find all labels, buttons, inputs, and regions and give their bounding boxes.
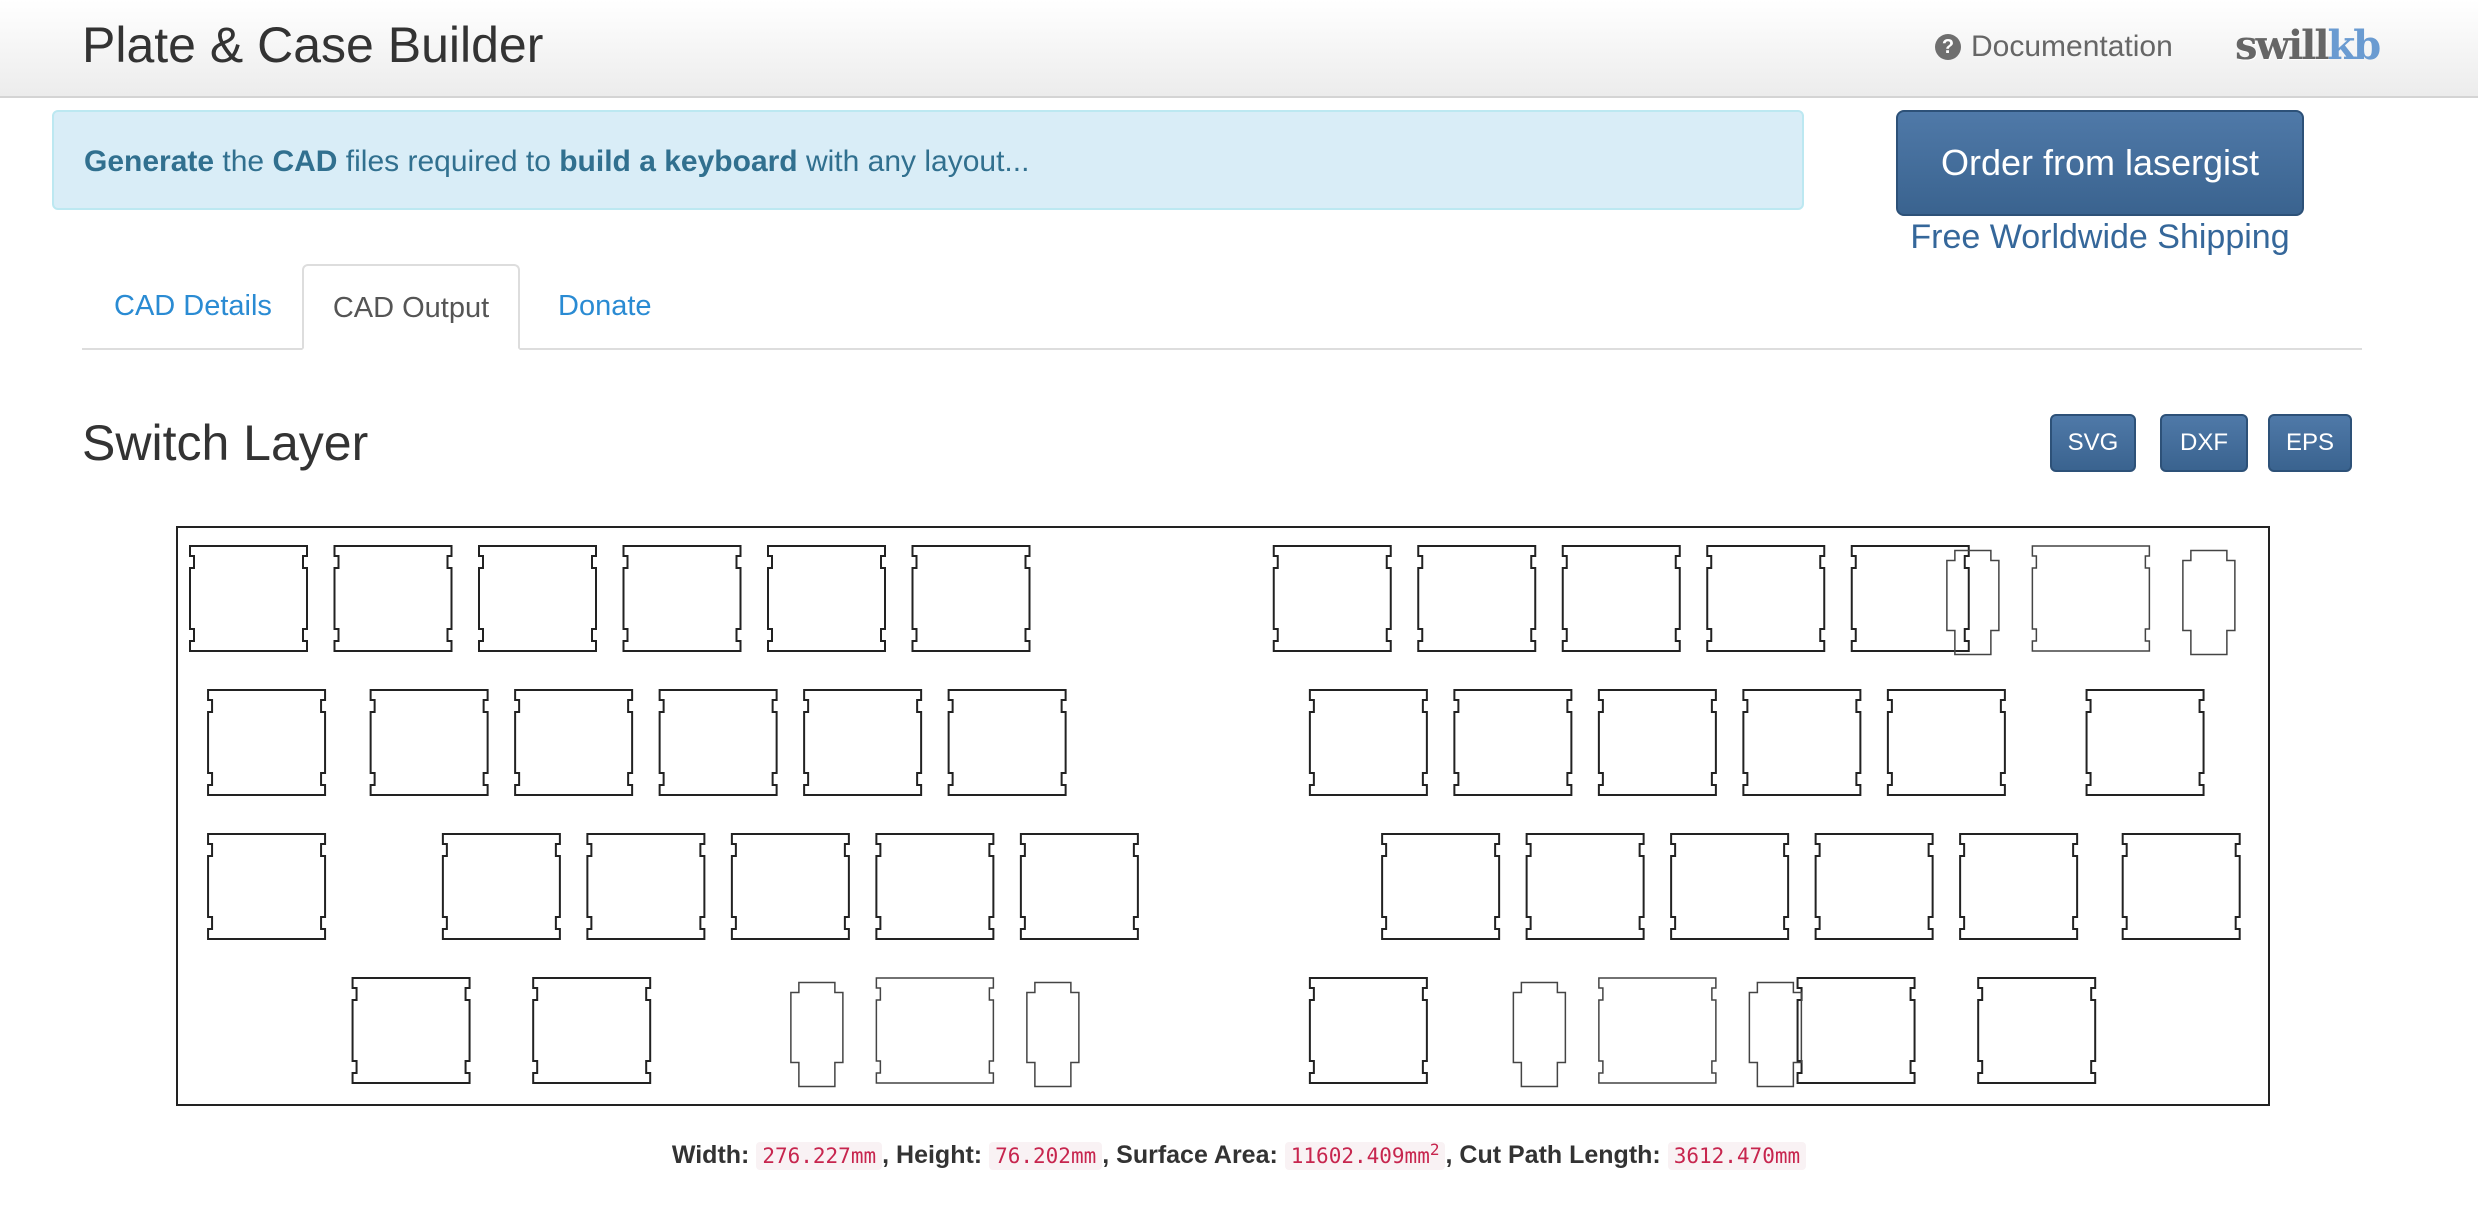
switch-cutout bbox=[1977, 977, 2097, 1084]
height-value: 76.202mm bbox=[989, 1142, 1103, 1170]
switch-cutout bbox=[351, 977, 471, 1084]
switch-cutout bbox=[1381, 833, 1501, 940]
switch-cutout bbox=[1597, 689, 1717, 796]
download-svg-button[interactable]: SVG bbox=[2050, 414, 2136, 472]
documentation-label: Documentation bbox=[1971, 30, 2173, 63]
section-title: Switch Layer bbox=[82, 415, 369, 471]
free-shipping-link[interactable]: Free Worldwide Shipping bbox=[1896, 218, 2304, 257]
switch-cutout bbox=[1670, 833, 1790, 940]
switch-cutout bbox=[1561, 545, 1681, 652]
switch-cutout bbox=[1959, 833, 2079, 940]
switch-cutout bbox=[1019, 833, 1139, 940]
switch-cutout bbox=[911, 545, 1031, 652]
swillkb-logo[interactable]: swillkb bbox=[2235, 22, 2381, 69]
switch-cutout bbox=[1308, 689, 1428, 796]
switch-cutout bbox=[1417, 545, 1537, 652]
question-circle-icon: ? bbox=[1935, 34, 1961, 60]
stabilizer-cutout bbox=[1748, 981, 1803, 1088]
switch-cutout bbox=[1814, 833, 1934, 940]
switch-cutout bbox=[369, 689, 489, 796]
switch-cutout bbox=[207, 833, 327, 940]
info-alert: Generate the CAD files required to build… bbox=[52, 110, 1804, 210]
switch-cutout bbox=[1796, 977, 1916, 1084]
switch-cutout bbox=[333, 545, 453, 652]
documentation-link[interactable]: ? Documentation bbox=[1935, 30, 2173, 64]
switch-cutout bbox=[622, 545, 742, 652]
switch-cutout bbox=[1272, 545, 1392, 652]
stabilizer-switch-cutout bbox=[1598, 977, 1717, 1084]
switch-cutout bbox=[658, 689, 778, 796]
switch-cutout bbox=[514, 689, 634, 796]
switch-cutout bbox=[586, 833, 706, 940]
area-value: 11602.409mm2 bbox=[1284, 1140, 1446, 1170]
app-title[interactable]: Plate & Case Builder bbox=[82, 16, 543, 74]
plate-stats: Width: 276.227mm, Height: 76.202mm, Surf… bbox=[0, 1140, 2478, 1170]
stabilizer-switch-cutout bbox=[875, 977, 995, 1084]
plate-outline bbox=[176, 526, 2270, 1106]
stabilizer-cutout bbox=[1946, 549, 2000, 656]
navbar: Plate & Case Builder ? Documentation swi… bbox=[0, 0, 2478, 98]
tab-cad-output[interactable]: CAD Output bbox=[302, 264, 520, 350]
tab-donate[interactable]: Donate bbox=[558, 264, 652, 348]
switch-cutout bbox=[1886, 689, 2006, 796]
switch-plate-preview bbox=[176, 526, 2270, 1106]
tab-cad-details[interactable]: CAD Details bbox=[114, 264, 272, 348]
switch-cutout bbox=[1706, 545, 1826, 652]
stabilizer-cutout bbox=[1026, 981, 1080, 1088]
switch-cutout bbox=[2085, 689, 2205, 796]
stabilizer-cutout bbox=[1512, 981, 1567, 1088]
download-eps-button[interactable]: EPS bbox=[2268, 414, 2352, 472]
tab-bar: CAD Details CAD Output Donate bbox=[82, 264, 2362, 350]
download-dxf-button[interactable]: DXF bbox=[2160, 414, 2248, 472]
switch-cutout bbox=[1850, 545, 1970, 652]
stabilizer-cutout bbox=[2182, 549, 2236, 656]
switch-cutout bbox=[478, 545, 597, 652]
switch-cutout bbox=[1742, 689, 1862, 796]
stabilizer-switch-cutout bbox=[2031, 545, 2151, 652]
switch-cutout bbox=[947, 689, 1067, 796]
cut-path-value: 3612.470mm bbox=[1667, 1142, 1807, 1170]
switch-cutout bbox=[1453, 689, 1573, 796]
switch-cutout bbox=[803, 689, 923, 796]
stabilizer-cutout bbox=[790, 981, 844, 1088]
width-value: 276.227mm bbox=[756, 1142, 883, 1170]
switch-cutout bbox=[1308, 977, 1428, 1084]
order-button[interactable]: Order from lasergist bbox=[1896, 110, 2304, 216]
switch-cutout bbox=[2121, 833, 2241, 940]
switch-cutout bbox=[532, 977, 652, 1084]
switch-cutout bbox=[1525, 833, 1645, 940]
switch-cutout bbox=[875, 833, 995, 940]
switch-cutout bbox=[207, 689, 327, 796]
switch-cutout bbox=[441, 833, 561, 940]
switch-cutout bbox=[767, 545, 886, 652]
switch-cutout bbox=[730, 833, 850, 940]
switch-cutout bbox=[189, 545, 308, 652]
